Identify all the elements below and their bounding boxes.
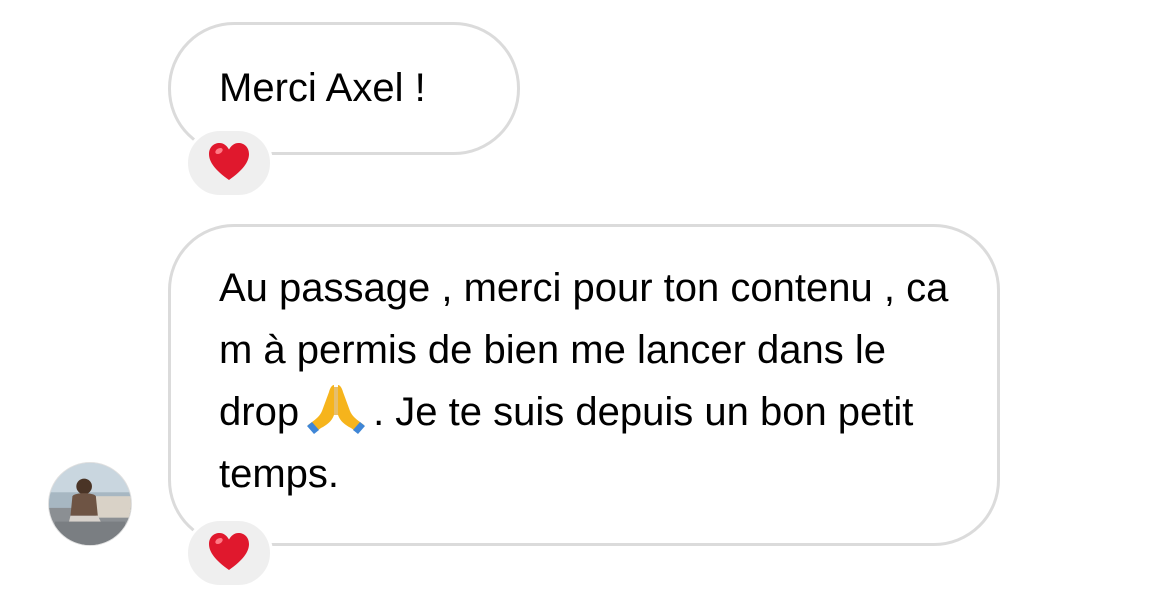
sender-avatar[interactable] [48, 462, 132, 546]
message-reaction[interactable] [185, 128, 273, 198]
message-reaction[interactable] [185, 518, 273, 588]
heart-icon [209, 533, 249, 570]
folded-hands-icon [307, 385, 366, 434]
message-thread: Merci Axel ! Au passage , merci pour ton… [0, 0, 1170, 608]
avatar-photo [49, 463, 131, 545]
message-text: Merci Axel ! [219, 66, 426, 110]
message-bubble[interactable]: Au passage , merci pour ton contenu , ca… [168, 224, 1000, 546]
heart-icon [209, 143, 249, 180]
